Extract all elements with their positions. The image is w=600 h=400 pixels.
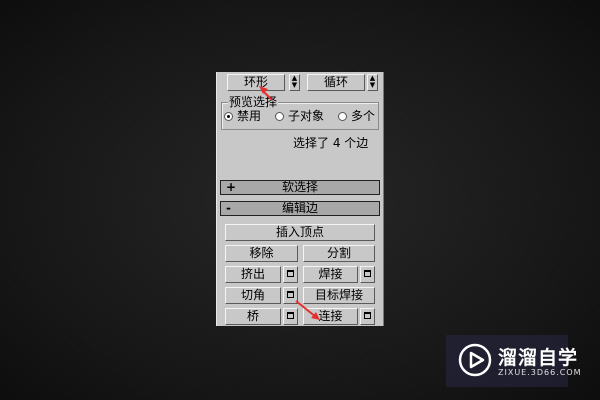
radio-dot-icon [224, 112, 233, 121]
connect-button[interactable]: 连接 [303, 308, 358, 325]
rollout-label: 编辑边 [281, 201, 318, 215]
connect-settings-button[interactable] [360, 308, 375, 325]
extrude-button[interactable]: 挤出 [225, 266, 281, 283]
chamfer-settings-button[interactable] [283, 287, 298, 304]
settings-window-icon [287, 291, 294, 298]
expand-icon: + [226, 180, 237, 194]
loop-button[interactable]: 循环 [307, 74, 365, 91]
ring-button[interactable]: 环形 [227, 74, 285, 91]
play-logo-icon [458, 343, 492, 377]
split-button[interactable]: 分割 [303, 245, 375, 262]
remove-button[interactable]: 移除 [225, 245, 298, 262]
settings-window-icon [287, 270, 294, 277]
bridge-settings-button[interactable] [283, 308, 298, 325]
rollout-label: 软选择 [281, 180, 318, 194]
weld-settings-button[interactable] [360, 266, 375, 283]
loop-spinner[interactable]: ▲ ▼ [367, 74, 378, 91]
watermark-logo: 溜溜自学 ZIXUE.3D66.COM [446, 335, 581, 387]
collapse-icon: - [226, 201, 231, 215]
ring-spinner[interactable]: ▲ ▼ [289, 74, 300, 91]
edit-edges-panel: 环形 ▲ ▼ 循环 ▲ ▼ 预览选择 禁用 子对象 多个 选择了 4 个边 + … [216, 72, 384, 326]
soft-selection-rollout[interactable]: + 软选择 [220, 180, 380, 195]
settings-window-icon [364, 270, 371, 277]
settings-window-icon [287, 312, 294, 319]
watermark-name: 溜溜自学 [498, 347, 579, 369]
preview-selection-group: 预览选择 禁用 子对象 多个 [221, 95, 379, 130]
radio-subobject[interactable]: 子对象 [275, 110, 324, 123]
group-title: 预览选择 [228, 95, 279, 109]
radio-dot-icon [338, 112, 347, 121]
down-arrow-icon: ▼ [369, 81, 376, 89]
radio-disabled[interactable]: 禁用 [224, 110, 261, 123]
radio-dot-icon [275, 112, 284, 121]
bridge-button[interactable]: 桥 [225, 308, 281, 325]
settings-window-icon [364, 312, 371, 319]
watermark-url: ZIXUE.3D66.COM [498, 368, 582, 377]
extrude-settings-button[interactable] [283, 266, 298, 283]
selection-status: 选择了 4 个边 [293, 136, 369, 150]
target-weld-button[interactable]: 目标焊接 [303, 287, 375, 304]
edit-edges-rollout[interactable]: - 编辑边 [220, 201, 380, 216]
insert-vertex-button[interactable]: 插入顶点 [225, 224, 375, 241]
radio-multiple[interactable]: 多个 [338, 110, 375, 123]
chamfer-button[interactable]: 切角 [225, 287, 281, 304]
down-arrow-icon: ▼ [291, 81, 298, 89]
weld-button[interactable]: 焊接 [303, 266, 358, 283]
